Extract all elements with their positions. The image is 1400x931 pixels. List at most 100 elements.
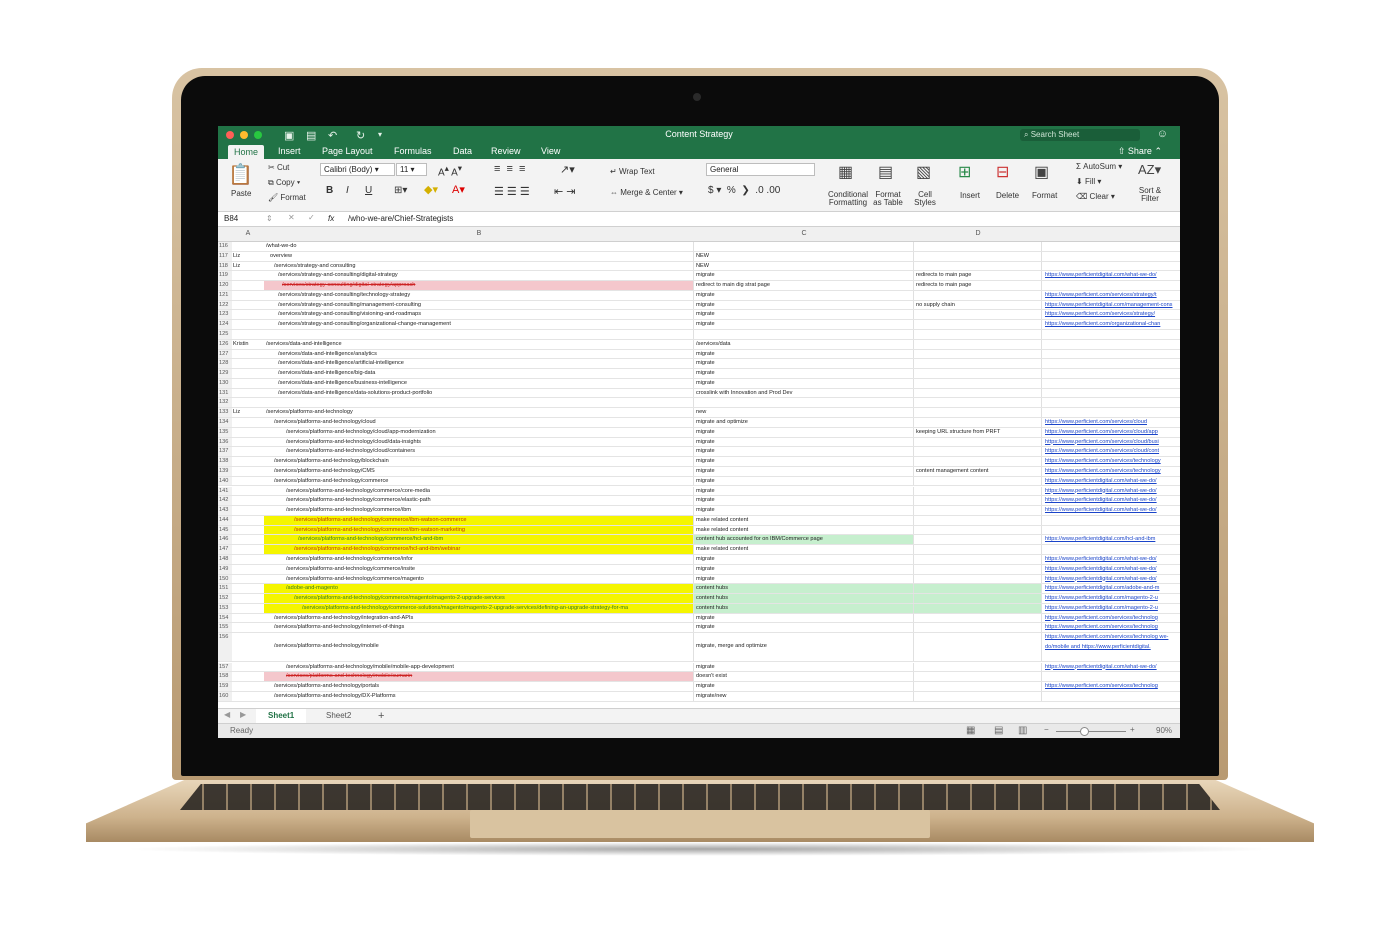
cell-owner[interactable] — [232, 310, 264, 319]
cell-owner[interactable] — [232, 633, 264, 661]
cell-owner[interactable] — [232, 565, 264, 574]
cell-url-path[interactable]: /services/platforms-and-technology/cloud… — [264, 447, 694, 457]
tab-data[interactable]: Data — [453, 146, 472, 156]
cell-owner[interactable]: Liz — [232, 408, 264, 417]
row-number[interactable]: 143 — [218, 506, 232, 515]
cell-link[interactable]: https://www.perficient.com/services/clou… — [1042, 428, 1180, 437]
cell-notes[interactable] — [914, 594, 1042, 603]
cell-url-path[interactable] — [264, 398, 694, 408]
cell-url-path[interactable]: /services/platforms-and-technology/comme… — [264, 535, 694, 545]
cell-link[interactable]: https://www.perficientdigital.com/what-w… — [1042, 506, 1180, 515]
cell-link[interactable]: https://www.perficientdigital.com/what-w… — [1042, 487, 1180, 496]
cell-notes[interactable] — [914, 633, 1042, 662]
cell-url-path[interactable]: /services/platforms-and-technology/comme… — [264, 515, 694, 525]
cell-link[interactable]: https://www.perficientdigital.com/what-w… — [1042, 663, 1180, 672]
cell-link[interactable] — [1042, 545, 1180, 554]
cell-url-path[interactable]: /what-we-do — [264, 242, 694, 251]
cell-owner[interactable] — [232, 526, 264, 535]
cell-notes[interactable] — [914, 359, 1042, 369]
cell-notes[interactable]: keeping URL structure from PRFT — [914, 427, 1042, 437]
row-number[interactable]: 147 — [218, 545, 232, 554]
cell-url-path[interactable]: /services/strategy-and consulting — [264, 261, 694, 271]
sort-filter-button[interactable]: Sort & Filter — [1134, 187, 1166, 203]
cell-action[interactable]: make related content — [694, 545, 914, 554]
cell-owner[interactable] — [232, 516, 264, 525]
row-number[interactable]: 121 — [218, 290, 232, 300]
cell-action[interactable]: migrate — [694, 662, 914, 672]
row-number[interactable]: 151 — [218, 584, 232, 594]
cell-owner[interactable] — [232, 330, 264, 339]
cell-link[interactable]: https://www.perficient.com/services/tech… — [1042, 457, 1180, 466]
row-number[interactable]: 126 — [218, 339, 232, 349]
cell-link[interactable]: https://www.perficientdigital.com/hcl-an… — [1042, 535, 1180, 544]
cell-owner[interactable] — [232, 575, 264, 584]
row-number[interactable]: 138 — [218, 457, 232, 466]
cell-action[interactable]: migrate — [694, 574, 914, 584]
cell-link[interactable]: https://www.perficientdigital.com/what-w… — [1042, 555, 1180, 564]
row-number[interactable]: 152 — [218, 594, 232, 603]
row-number[interactable]: 139 — [218, 466, 232, 476]
zoom-slider[interactable] — [1056, 731, 1126, 732]
cell-owner[interactable] — [232, 496, 264, 505]
row-number[interactable]: 117 — [218, 251, 232, 261]
cell-owner[interactable] — [232, 271, 264, 280]
copy-button[interactable]: ⧉ Copy ▾ — [268, 178, 300, 188]
cell-owner[interactable] — [232, 584, 264, 593]
cell-owner[interactable] — [232, 594, 264, 603]
cell-owner[interactable] — [232, 369, 264, 378]
cell-url-path[interactable]: /services/platforms-and-technology/comme… — [264, 476, 694, 486]
cell-action[interactable]: migrate — [694, 300, 914, 310]
cell-action[interactable]: migrate — [694, 506, 914, 515]
cell-notes[interactable] — [914, 408, 1042, 418]
formula-input[interactable]: /who-we-are/Chief-Strategists — [348, 214, 453, 223]
cell-action[interactable]: NEW — [694, 251, 914, 261]
sheet-tab-sheet2[interactable]: Sheet2 — [314, 709, 363, 723]
cell-link[interactable]: https://www.perficientdigital.com/what-w… — [1042, 565, 1180, 574]
cell-url-path[interactable]: /services/platforms-and-technology/comme… — [264, 603, 694, 613]
cell-action[interactable]: migrate — [694, 457, 914, 466]
cell-action[interactable]: migrate — [694, 310, 914, 320]
cell-styles-icon[interactable]: ▧ — [916, 162, 931, 182]
cell-url-path[interactable]: /services/strategy-and-consulting/digita… — [264, 271, 694, 281]
cell-action[interactable] — [694, 330, 914, 339]
cell-action[interactable]: migrate — [694, 437, 914, 447]
zoom-out-icon[interactable]: − — [1044, 725, 1049, 734]
row-number[interactable]: 125 — [218, 330, 232, 339]
cell-link[interactable] — [1042, 252, 1180, 261]
bold-icon[interactable]: B — [326, 185, 333, 196]
cell-owner[interactable]: Liz — [232, 262, 264, 271]
cell-action[interactable]: /services/data — [694, 339, 914, 349]
cell-action[interactable]: migrate — [694, 290, 914, 300]
cell-link[interactable] — [1042, 359, 1180, 368]
zoom-slider-thumb[interactable] — [1080, 727, 1089, 736]
smiley-feedback-icon[interactable]: ☺ — [1157, 128, 1168, 140]
cell-link[interactable] — [1042, 526, 1180, 535]
number-format-select[interactable]: General — [706, 163, 815, 176]
cell-action[interactable]: make related content — [694, 515, 914, 525]
cell-notes[interactable] — [914, 349, 1042, 359]
cell-owner[interactable] — [232, 663, 264, 672]
cell-url-path[interactable]: /services/platforms-and-technology/porta… — [264, 682, 694, 691]
row-number[interactable]: 154 — [218, 613, 232, 623]
prev-sheet-icon[interactable]: ◀ — [224, 710, 230, 719]
cell-url-path[interactable]: /adobe-and-magento — [264, 584, 694, 594]
cell-owner[interactable] — [232, 379, 264, 388]
cell-action[interactable]: doesn't exist — [694, 672, 914, 682]
cell-styles-button[interactable]: Cell Styles — [912, 191, 938, 207]
cell-url-path[interactable]: /services/platforms-and-technology/cloud — [264, 418, 694, 427]
row-number[interactable]: 148 — [218, 554, 232, 564]
cell-notes[interactable] — [914, 330, 1042, 339]
underline-icon[interactable]: U — [365, 185, 372, 196]
cell-owner[interactable] — [232, 350, 264, 359]
cell-url-path[interactable]: /services/platforms-and-technology/comme… — [264, 525, 694, 535]
cell-notes[interactable] — [914, 447, 1042, 457]
cell-notes[interactable] — [914, 515, 1042, 525]
row-number[interactable]: 135 — [218, 427, 232, 437]
cell-url-path[interactable]: /services/platforms-and-technology/comme… — [264, 506, 694, 515]
cell-url-path[interactable]: /services/data-and-intelligence/data-sol… — [264, 388, 694, 398]
cell-owner[interactable] — [232, 535, 264, 544]
column-header-a[interactable]: A — [232, 230, 264, 237]
cell-owner[interactable] — [232, 477, 264, 486]
format-as-table-button[interactable]: Format as Table — [872, 191, 904, 207]
cell-link[interactable]: https://www.perficient.com/services/clou… — [1042, 418, 1180, 427]
